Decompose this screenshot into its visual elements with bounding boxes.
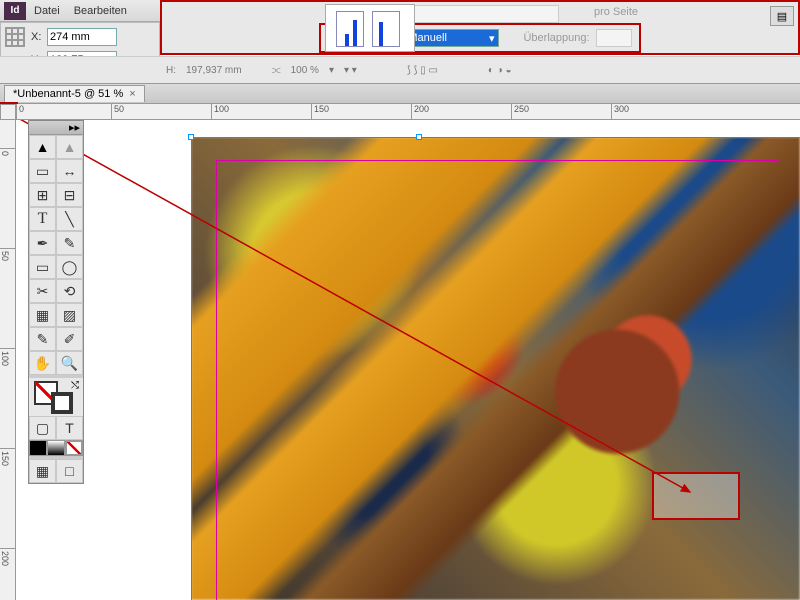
panel-grip-icon: ▸▸: [69, 121, 80, 134]
tools-panel-header[interactable]: ▸▸: [29, 121, 83, 135]
gradient-feather-tool[interactable]: ▨: [56, 303, 83, 327]
document-tab-bar: *Unbenannt-5 @ 51 % ×: [0, 84, 800, 104]
formatting-text-button[interactable]: T: [56, 416, 83, 440]
ruler-h-tick: 300: [611, 104, 629, 119]
placed-image: [191, 137, 800, 600]
panel-menu-icon: ▤: [777, 10, 787, 23]
zoom-tool[interactable]: 🔍: [56, 351, 83, 375]
ruler-h-tick: 250: [511, 104, 529, 119]
ruler-v-tick: 0: [0, 148, 15, 156]
pencil-tool[interactable]: ✎: [56, 231, 83, 255]
selection-tool[interactable]: ▲: [29, 135, 56, 159]
ruler-h-tick: 200: [411, 104, 429, 119]
ruler-v-tick: 150: [0, 448, 15, 466]
reference-point-proxy[interactable]: [5, 27, 25, 47]
hand-tool[interactable]: ✋: [29, 351, 56, 375]
direct-selection-tool[interactable]: ▲: [56, 135, 83, 159]
panel-collapse-button[interactable]: ▤: [770, 6, 794, 26]
app-logo: Id: [4, 2, 26, 20]
apply-none[interactable]: [65, 440, 83, 456]
control-strip: H: 197,937 mm ⫗ 100 % ▾ ▾ ▾ ⟆ ⟆ ▯ ▭ ◐ ◑ …: [0, 56, 800, 84]
content-placer-tool[interactable]: ⊟: [56, 183, 83, 207]
menu-file[interactable]: Datei: [34, 5, 60, 17]
overlap-field[interactable]: [596, 29, 632, 47]
annotation-target-box: [652, 472, 740, 520]
vertical-ruler[interactable]: 0 50 100 150 200: [0, 120, 16, 600]
type-tool[interactable]: T: [29, 207, 56, 231]
selection-handle[interactable]: [416, 134, 422, 140]
line-tool[interactable]: ╲: [56, 207, 83, 231]
document-canvas[interactable]: [16, 120, 800, 600]
note-tool[interactable]: ✎: [29, 327, 56, 351]
zoom-caret-icon[interactable]: ▾: [329, 65, 334, 76]
subdivision-dropdown[interactable]: Manuell ▾: [403, 29, 499, 47]
tools-panel: ▸▸ ▲ ▲ ▭ ↔ ⊞ ⊟ T ╲ ✒ ✎ ▭ ◯ ✂ ⟲ ▦ ▨ ✎ ✐ ✋…: [28, 120, 84, 484]
close-tab-icon[interactable]: ×: [129, 88, 135, 100]
free-transform-tool[interactable]: ⟲: [56, 279, 83, 303]
page-tool[interactable]: ▭: [29, 159, 56, 183]
content-collector-tool[interactable]: ⊞: [29, 183, 56, 207]
print-tiling-panel: Miniaturen: pro Seite Unterteilung: Manu…: [160, 0, 800, 55]
per-page-label: pro Seite: [594, 6, 638, 18]
thumbnails-dropdown[interactable]: [404, 5, 559, 23]
fill-stroke-swatch[interactable]: ⤭: [29, 378, 83, 416]
rectangle-frame-tool[interactable]: ▭: [29, 255, 56, 279]
dropdown-caret-icon: ▾: [489, 32, 495, 45]
ruler-h-tick: 0: [16, 104, 24, 119]
height-value: 197,937 mm: [186, 65, 242, 76]
selection-handle[interactable]: [188, 134, 194, 140]
pen-tool[interactable]: ✒: [29, 231, 56, 255]
ellipse-tool[interactable]: ◯: [56, 255, 83, 279]
ruler-h-tick: 100: [211, 104, 229, 119]
ruler-v-tick: 200: [0, 548, 15, 566]
gradient-swatch-tool[interactable]: ▦: [29, 303, 56, 327]
ruler-h-tick: 150: [311, 104, 329, 119]
x-field[interactable]: [47, 28, 117, 46]
ruler-h-tick: 50: [111, 104, 124, 119]
height-label: H:: [166, 65, 176, 76]
zoom-value[interactable]: 100 %: [291, 65, 319, 76]
scissors-tool[interactable]: ✂: [29, 279, 56, 303]
ruler-v-tick: 50: [0, 248, 15, 261]
horizontal-ruler[interactable]: 0 50 100 150 200 250 300: [16, 104, 800, 120]
eyedropper-tool[interactable]: ✐: [56, 327, 83, 351]
image-frame[interactable]: [191, 137, 800, 600]
document-tab-title: *Unbenannt-5 @ 51 %: [13, 88, 123, 100]
document-tab[interactable]: *Unbenannt-5 @ 51 % ×: [4, 85, 145, 102]
page-thumbnail-preview: [325, 4, 415, 52]
apply-color-row: [29, 440, 83, 456]
x-label: X:: [31, 31, 47, 43]
stroke-swatch[interactable]: [51, 392, 73, 414]
ruler-v-tick: 100: [0, 348, 15, 366]
menu-edit[interactable]: Bearbeiten: [74, 5, 127, 17]
swap-fill-stroke-icon[interactable]: ⤭: [71, 380, 79, 391]
overlap-label: Überlappung:: [523, 32, 589, 44]
thumbnails-row: Miniaturen:: [162, 2, 798, 26]
apply-color[interactable]: [29, 440, 47, 456]
gap-tool[interactable]: ↔: [56, 159, 83, 183]
view-mode-preview[interactable]: □: [56, 459, 83, 483]
formatting-container-button[interactable]: ▢: [29, 416, 56, 440]
view-mode-normal[interactable]: ▦: [29, 459, 56, 483]
ruler-origin[interactable]: [0, 104, 16, 120]
apply-gradient[interactable]: [47, 440, 65, 456]
